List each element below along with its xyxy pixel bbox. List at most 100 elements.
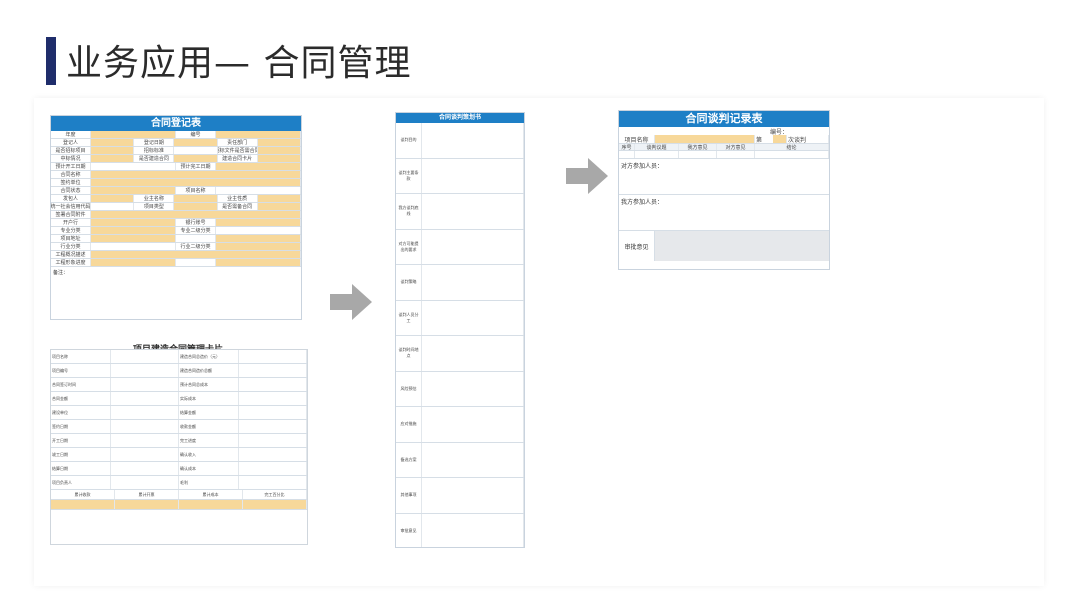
card-field[interactable] bbox=[111, 420, 179, 433]
card-field[interactable] bbox=[111, 378, 179, 391]
record-our-party-label: 我方参加人员： bbox=[621, 199, 664, 206]
register-row: 预计开工日期 预计完工日期 bbox=[51, 163, 301, 171]
title-accent-bar bbox=[46, 37, 56, 85]
register-note-label: 备注： bbox=[53, 270, 69, 276]
plan-section-label: 谈判目的 bbox=[396, 123, 422, 158]
register-label: 是否建造合同 bbox=[134, 155, 175, 162]
plan-section-label: 谈判时间地点 bbox=[396, 336, 422, 371]
card-label: 实际成本 bbox=[179, 392, 239, 405]
register-field[interactable] bbox=[91, 195, 135, 202]
register-field[interactable] bbox=[216, 259, 301, 266]
plan-section: 应对措施 bbox=[396, 407, 524, 443]
record-col-header: 谈判议题 bbox=[635, 144, 679, 150]
register-field[interactable] bbox=[91, 227, 176, 234]
card-field[interactable] bbox=[239, 406, 307, 419]
register-field[interactable] bbox=[257, 147, 301, 154]
negotiation-plan-form: 合同谈判策划书 谈判目的 谈判主要条款 我方谈判底线 对方可能提出的要求 谈判策略 谈判人… bbox=[395, 112, 525, 548]
record-our-party-block[interactable]: 我方参加人员： bbox=[619, 195, 829, 231]
card-footer-field[interactable] bbox=[179, 500, 243, 509]
plan-section-field[interactable] bbox=[422, 442, 524, 477]
register-field[interactable] bbox=[174, 195, 218, 202]
register-field[interactable] bbox=[91, 243, 176, 250]
card-label: 确认成本 bbox=[179, 462, 239, 475]
card-field[interactable] bbox=[239, 378, 307, 391]
register-field[interactable] bbox=[174, 147, 218, 154]
register-field[interactable] bbox=[174, 139, 218, 146]
record-cell bbox=[717, 151, 755, 158]
register-field[interactable] bbox=[91, 163, 176, 170]
plan-section-field[interactable] bbox=[422, 300, 524, 335]
card-field[interactable] bbox=[239, 448, 307, 461]
plan-section-field[interactable] bbox=[422, 123, 524, 158]
plan-section-field[interactable] bbox=[422, 265, 524, 300]
register-field[interactable] bbox=[91, 203, 135, 210]
card-field[interactable] bbox=[111, 406, 179, 419]
card-label: 结算日期 bbox=[51, 462, 111, 475]
register-field[interactable] bbox=[91, 147, 135, 154]
card-label: 竣工日期 bbox=[51, 448, 111, 461]
card-field[interactable] bbox=[111, 364, 179, 377]
register-field[interactable] bbox=[216, 227, 301, 234]
register-field[interactable] bbox=[174, 155, 218, 162]
register-field[interactable] bbox=[257, 203, 301, 210]
register-field[interactable] bbox=[91, 259, 176, 266]
register-field[interactable] bbox=[91, 251, 301, 258]
plan-section-label: 谈判策略 bbox=[396, 265, 422, 300]
register-field[interactable] bbox=[91, 155, 135, 162]
record-round-prefix: 第 bbox=[756, 136, 763, 144]
card-label: 确认收入 bbox=[179, 448, 239, 461]
record-other-party-block[interactable]: 对方参加人员： bbox=[619, 159, 829, 195]
register-field[interactable] bbox=[257, 155, 301, 162]
register-field[interactable] bbox=[216, 163, 301, 170]
plan-section-field[interactable] bbox=[422, 371, 524, 406]
card-field[interactable] bbox=[111, 448, 179, 461]
card-field[interactable] bbox=[111, 434, 179, 447]
plan-form-body: 谈判目的 谈判主要条款 我方谈判底线 对方可能提出的要求 谈判策略 谈判人员分工 谈判时间地… bbox=[396, 123, 524, 547]
plan-section-field[interactable] bbox=[422, 407, 524, 442]
record-project-field[interactable] bbox=[655, 135, 755, 143]
register-field[interactable] bbox=[174, 203, 218, 210]
register-field[interactable] bbox=[91, 179, 301, 186]
card-field[interactable] bbox=[239, 462, 307, 475]
register-field[interactable] bbox=[257, 195, 301, 202]
register-field[interactable] bbox=[216, 187, 301, 194]
register-field[interactable] bbox=[216, 219, 301, 226]
plan-section-field[interactable] bbox=[422, 229, 524, 264]
register-field[interactable] bbox=[257, 139, 301, 146]
register-field[interactable] bbox=[91, 131, 176, 138]
card-field[interactable] bbox=[111, 476, 179, 489]
register-field[interactable] bbox=[91, 187, 176, 194]
plan-section-field[interactable] bbox=[422, 513, 524, 547]
plan-section-field[interactable] bbox=[422, 194, 524, 229]
card-field[interactable] bbox=[239, 392, 307, 405]
card-field[interactable] bbox=[239, 364, 307, 377]
card-field[interactable] bbox=[111, 462, 179, 475]
card-label: 结算金额 bbox=[179, 406, 239, 419]
register-field[interactable] bbox=[216, 243, 301, 250]
plan-section-field[interactable] bbox=[422, 478, 524, 513]
card-field[interactable] bbox=[111, 392, 179, 405]
record-approval-field[interactable] bbox=[655, 231, 829, 261]
plan-section-field[interactable] bbox=[422, 158, 524, 193]
register-field[interactable] bbox=[216, 131, 301, 138]
card-footer-field[interactable] bbox=[51, 500, 115, 509]
plan-section-field[interactable] bbox=[422, 336, 524, 371]
card-footer-label: 完工百分比 bbox=[243, 490, 307, 499]
card-label: 开工日期 bbox=[51, 434, 111, 447]
card-field[interactable] bbox=[111, 350, 179, 363]
register-field[interactable] bbox=[91, 219, 176, 226]
register-field[interactable] bbox=[216, 235, 301, 242]
record-round-field[interactable] bbox=[773, 135, 787, 143]
register-field[interactable] bbox=[91, 235, 176, 242]
card-footer-field[interactable] bbox=[115, 500, 179, 509]
card-field[interactable] bbox=[239, 434, 307, 447]
card-field[interactable] bbox=[239, 350, 307, 363]
register-field[interactable] bbox=[91, 211, 301, 218]
register-row: 工程形象进度 bbox=[51, 259, 301, 267]
register-row: 专业分类 专业二级分类 bbox=[51, 227, 301, 235]
card-field[interactable] bbox=[239, 476, 307, 489]
register-field[interactable] bbox=[91, 139, 135, 146]
register-field[interactable] bbox=[91, 171, 301, 178]
card-footer-field[interactable] bbox=[243, 500, 307, 509]
card-field[interactable] bbox=[239, 420, 307, 433]
